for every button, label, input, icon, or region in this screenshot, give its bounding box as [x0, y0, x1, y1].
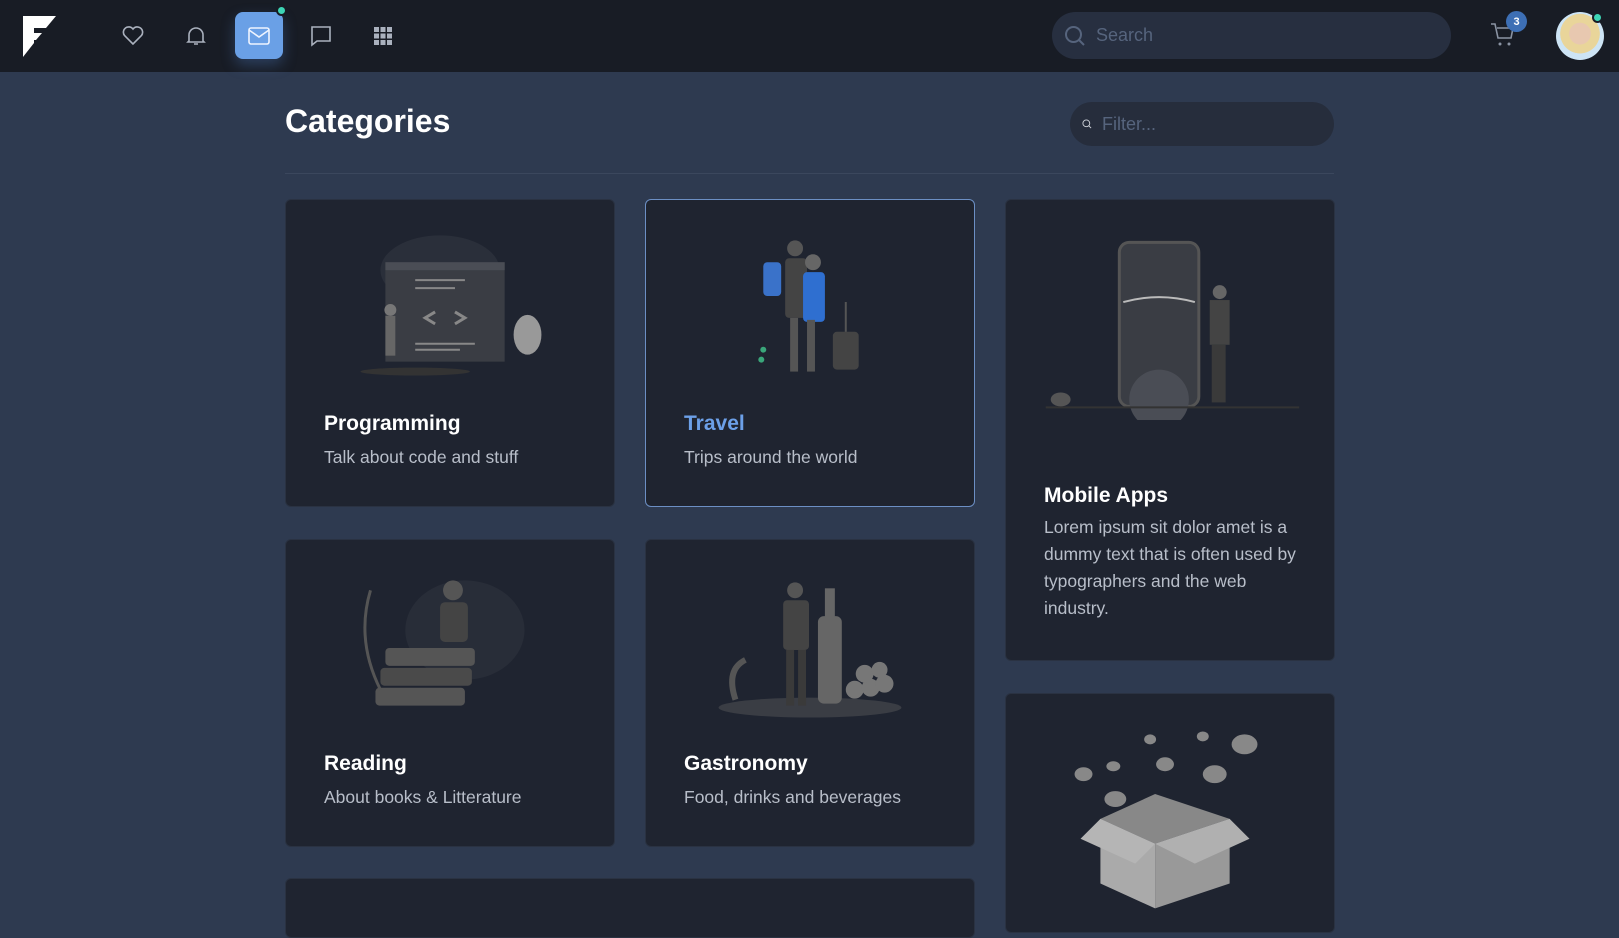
category-card-wide[interactable]	[285, 878, 975, 938]
programming-illustration	[360, 235, 542, 376]
chat-icon[interactable]	[297, 12, 345, 59]
mail-icon	[248, 26, 270, 45]
mobile-apps-illustration	[1045, 240, 1300, 420]
search-input[interactable]	[1096, 25, 1396, 46]
social-box-illustration	[1074, 731, 1258, 909]
card-description: About books & Litterature	[324, 787, 522, 807]
gastronomy-illustration	[718, 582, 902, 718]
divider	[285, 173, 1334, 174]
travel-illustration	[758, 240, 859, 372]
mail-button[interactable]	[235, 12, 283, 59]
category-card-gastronomy[interactable]: Gastronomy Food, drinks and beverages	[645, 539, 975, 847]
cart-count-badge: 3	[1506, 11, 1527, 32]
card-title: Mobile Apps	[1044, 484, 1169, 507]
card-description: Talk about code and stuff	[324, 447, 519, 467]
category-card-reading[interactable]: Reading About books & Litterature	[285, 539, 615, 847]
online-status-dot	[1592, 12, 1603, 23]
logo-icon[interactable]	[22, 16, 56, 58]
card-title: Reading	[324, 752, 407, 775]
card-title: Travel	[684, 412, 745, 435]
global-search[interactable]	[1052, 12, 1451, 59]
reading-illustration	[363, 580, 525, 706]
search-icon	[1082, 119, 1092, 129]
category-card-programming[interactable]: Programming Talk about code and stuff	[285, 199, 615, 507]
card-description: Lorem ipsum sit dolor amet is a dummy te…	[1044, 517, 1296, 618]
card-title: Gastronomy	[684, 752, 808, 775]
category-card-mobile-apps[interactable]: Mobile Apps Lorem ipsum sit dolor amet i…	[1005, 199, 1335, 661]
card-title: Programming	[324, 412, 461, 435]
top-navbar: 3	[0, 0, 1619, 72]
filter-input[interactable]	[1102, 113, 1334, 135]
bell-icon[interactable]	[172, 12, 220, 59]
card-description: Trips around the world	[684, 447, 858, 467]
apps-grid-icon[interactable]	[359, 12, 407, 59]
card-description: Food, drinks and beverages	[684, 787, 901, 807]
category-card-social[interactable]	[1005, 693, 1335, 933]
mail-notification-dot	[276, 5, 287, 16]
category-filter[interactable]	[1070, 102, 1334, 146]
heart-icon[interactable]	[109, 12, 157, 59]
category-card-travel[interactable]: Travel Trips around the world	[645, 199, 975, 507]
page-title: Categories	[285, 103, 451, 139]
search-icon	[1065, 25, 1085, 46]
